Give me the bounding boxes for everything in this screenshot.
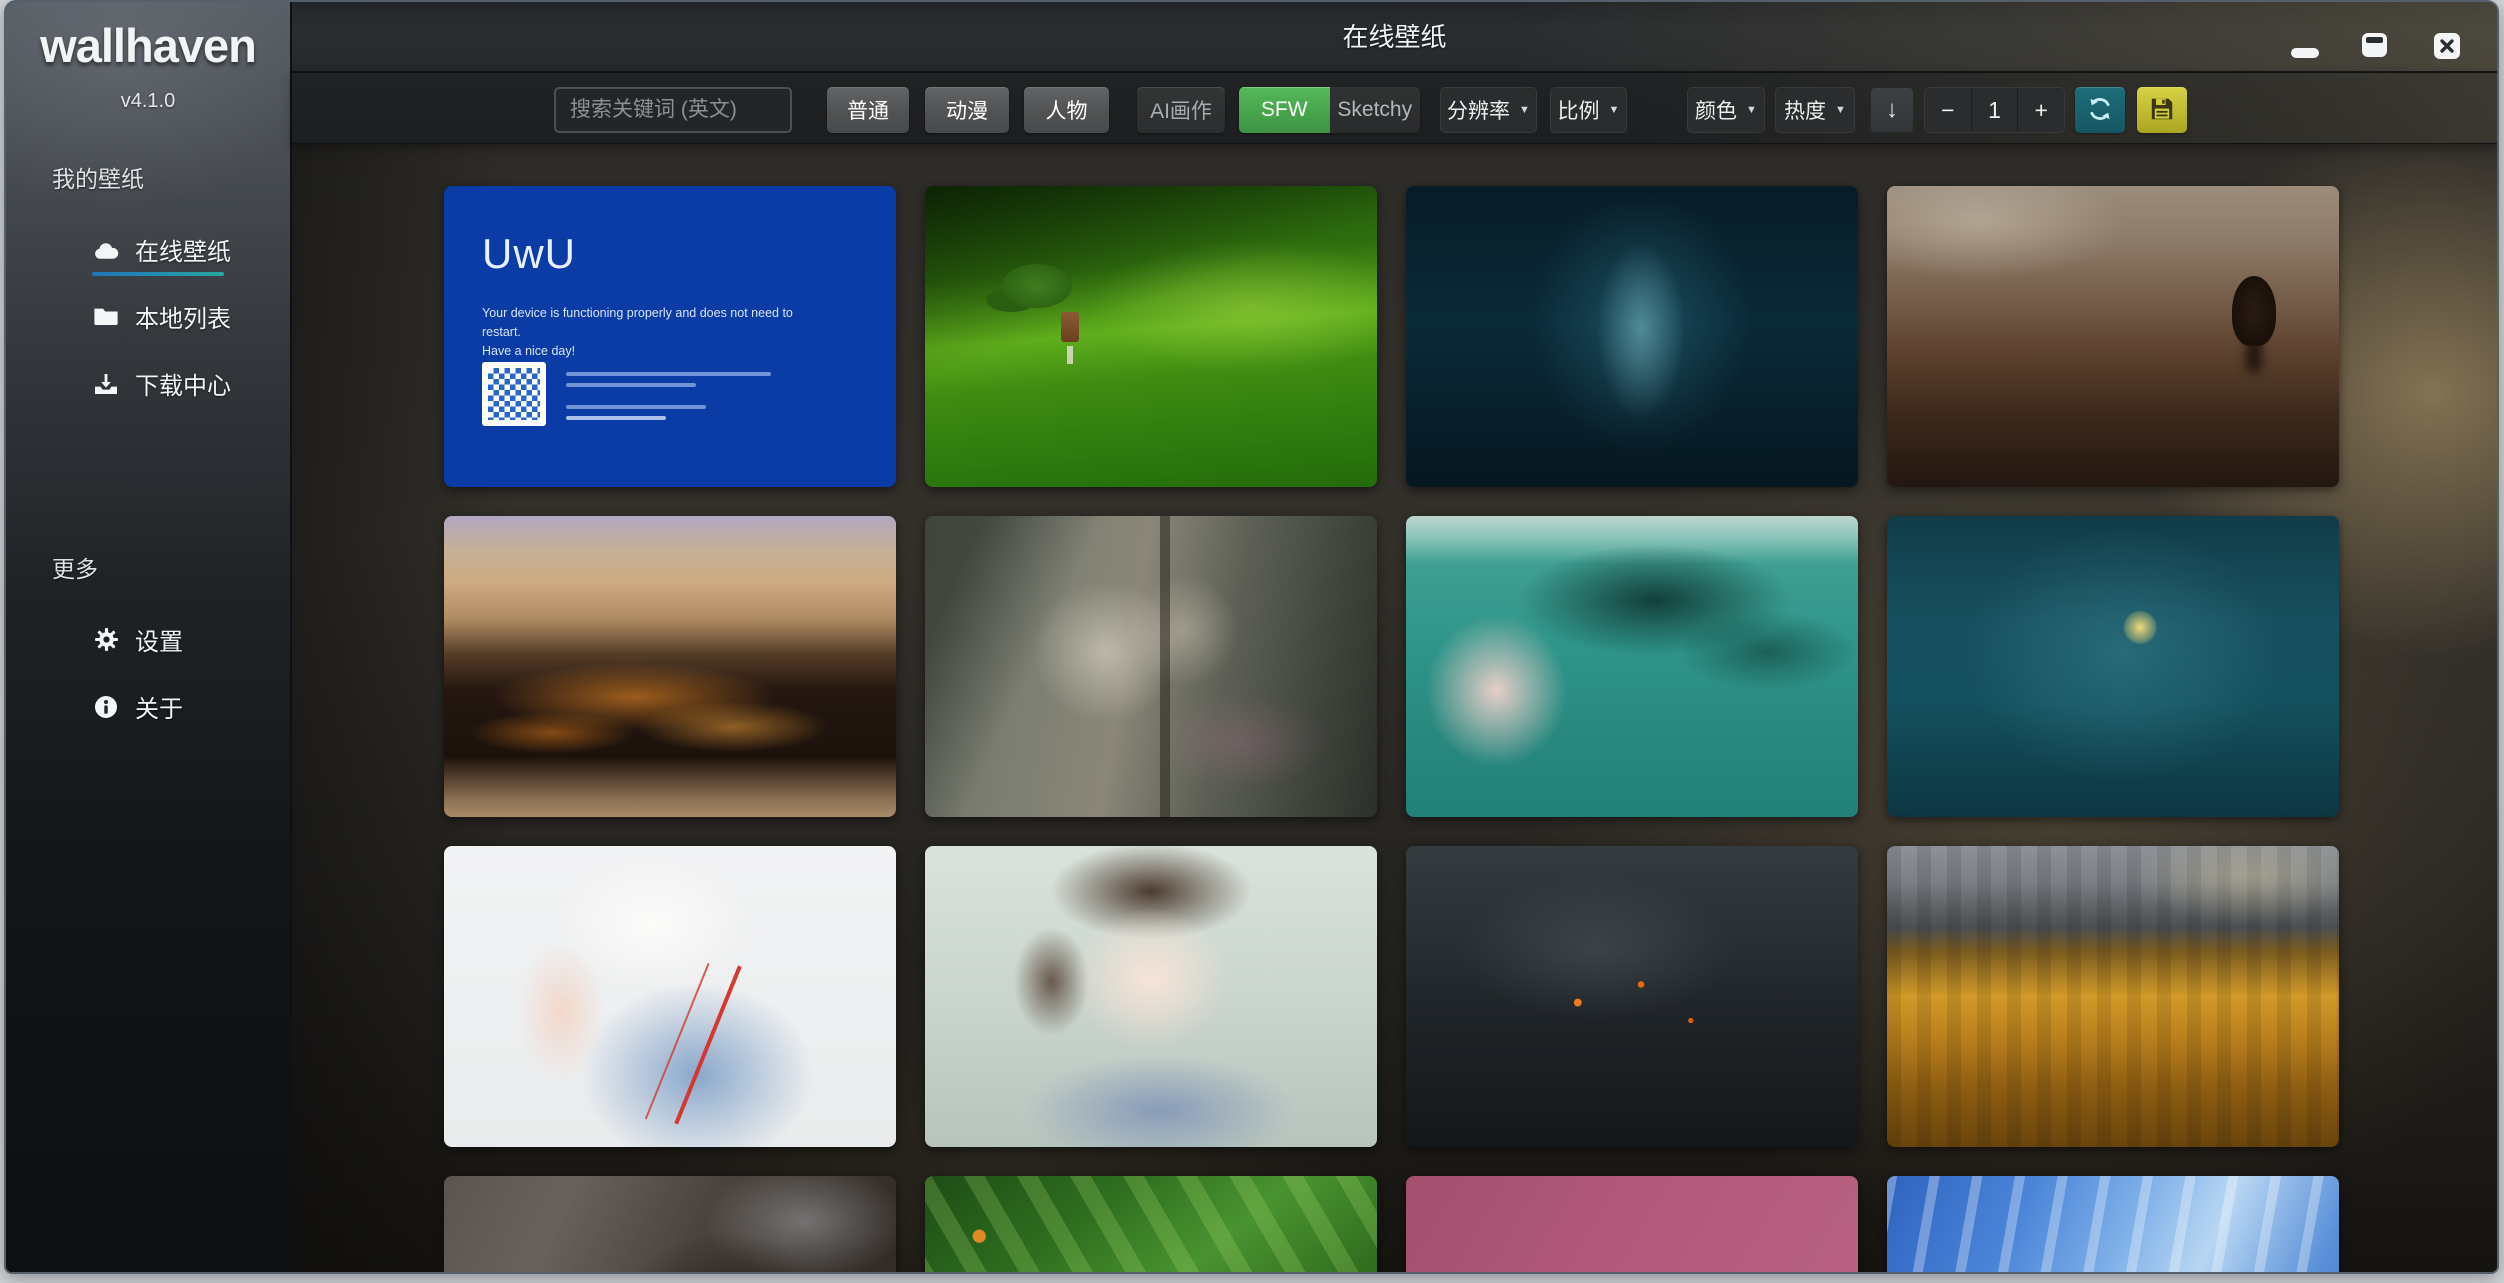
wallpaper-thumbnail-icy-blue[interactable] — [1887, 1176, 2339, 1272]
pagination: − 1 + — [1924, 87, 2065, 133]
wallpaper-thumbnail-ai-portrait[interactable] — [925, 846, 1377, 1147]
category-toggle-people[interactable]: 人物 — [1024, 87, 1109, 133]
purity-toggle-group: SFW Sketchy — [1239, 87, 1420, 133]
cloud-icon — [92, 240, 120, 260]
active-indicator — [92, 272, 224, 276]
sidebar: wallhaven v4.1.0 我的壁纸 在线壁纸 本地列表 下载中心 更多 — [6, 2, 292, 1272]
wallpaper-thumbnail-dusk-mountain[interactable] — [1887, 186, 2339, 487]
color-dropdown[interactable]: 颜色 ▼ — [1687, 87, 1765, 133]
caret-down-icon: ▼ — [1519, 105, 1530, 116]
wallpaper-thumbnail-autumn-forest[interactable] — [1887, 846, 2339, 1147]
sort-descending-icon: ↓ — [1886, 96, 1898, 124]
wallpaper-thumbnail-anime-street[interactable] — [925, 516, 1377, 817]
caret-down-icon: ▼ — [1835, 105, 1846, 116]
app-version: v4.1.0 — [6, 90, 290, 113]
sidebar-item-about[interactable]: 关于 — [92, 689, 183, 724]
sidebar-item-download-center[interactable]: 下载中心 — [92, 366, 231, 401]
save-icon — [2150, 97, 2174, 124]
wallpaper-grid: UwU Your device is functioning properly … — [444, 186, 2339, 1272]
sidebar-item-local-list[interactable]: 本地列表 — [92, 299, 231, 334]
category-toggle-general[interactable]: 普通 — [827, 87, 909, 133]
wallpaper-gallery: UwU Your device is functioning properly … — [292, 144, 2497, 1272]
main-panel: 在线壁纸 普通 动漫 人物 AI画作 SFW Sketchy 分辨率 ▼ 比 — [292, 2, 2497, 1272]
sort-direction-button[interactable]: ↓ — [1870, 87, 1914, 133]
info-icon — [92, 695, 120, 719]
refresh-icon — [2087, 96, 2113, 125]
search-input[interactable] — [554, 87, 792, 133]
close-icon[interactable] — [2434, 33, 2460, 59]
wallpaper-thumbnail-dark-hair-portrait[interactable] — [444, 1176, 896, 1272]
app-logo: wallhaven — [6, 18, 290, 73]
save-button[interactable] — [2137, 87, 2187, 133]
purity-toggle-sketchy[interactable]: Sketchy — [1330, 87, 1421, 133]
page-decrement-button[interactable]: − — [1925, 88, 1971, 132]
ratio-dropdown[interactable]: 比例 ▼ — [1550, 87, 1627, 133]
wallpaper-thumbnail-uwu-bsod[interactable]: UwU Your device is functioning properly … — [444, 186, 896, 487]
gear-icon — [92, 627, 120, 652]
sort-dropdown[interactable]: 热度 ▼ — [1775, 87, 1855, 133]
page-title: 在线壁纸 — [292, 2, 2497, 72]
wallpaper-thumbnail-underwater-girl[interactable] — [1406, 516, 1858, 817]
wallpaper-thumbnail-desert-oasis[interactable] — [444, 516, 896, 817]
app-window: wallhaven v4.1.0 我的壁纸 在线壁纸 本地列表 下载中心 更多 — [4, 0, 2499, 1274]
sidebar-item-settings[interactable]: 设置 — [92, 622, 183, 657]
bsod-fine-print — [566, 372, 771, 427]
toolbar: 普通 动漫 人物 AI画作 SFW Sketchy 分辨率 ▼ 比例 ▼ 颜色 … — [292, 72, 2497, 144]
wallpaper-thumbnail-white-bg-girl[interactable] — [444, 846, 896, 1147]
download-icon — [92, 373, 120, 395]
refresh-button[interactable] — [2075, 87, 2125, 133]
titlebar: 在线壁纸 — [292, 2, 2497, 72]
wallpaper-thumbnail-teal-abstract[interactable] — [1406, 186, 1858, 487]
wallpaper-thumbnail-plain-mauve[interactable] — [1406, 1176, 1858, 1272]
wallpaper-thumbnail-green-field[interactable] — [925, 186, 1377, 487]
maximize-icon[interactable] — [2362, 33, 2387, 57]
wallpaper-thumbnail-teal-lantern[interactable] — [1887, 516, 2339, 817]
minimize-icon[interactable] — [2291, 48, 2319, 58]
wallpaper-thumbnail-paragliders[interactable] — [1406, 846, 1858, 1147]
page-increment-button[interactable]: + — [2017, 88, 2064, 132]
wallpaper-thumbnail-foliage-white-hair[interactable] — [925, 1176, 1377, 1272]
folder-icon — [92, 307, 120, 326]
bsod-title: UwU — [482, 230, 576, 278]
resolution-dropdown[interactable]: 分辨率 ▼ — [1440, 87, 1537, 133]
sidebar-section-more: 更多 — [52, 550, 98, 584]
caret-down-icon: ▼ — [1746, 105, 1757, 116]
caret-down-icon: ▼ — [1609, 105, 1620, 116]
page-number: 1 — [1971, 88, 2018, 132]
category-toggle-anime[interactable]: 动漫 — [925, 87, 1009, 133]
sidebar-item-online-wallpapers[interactable]: 在线壁纸 — [92, 232, 231, 267]
purity-toggle-sfw[interactable]: SFW — [1239, 87, 1330, 133]
category-toggle-ai-art[interactable]: AI画作 — [1137, 87, 1225, 133]
sidebar-section-my-wallpapers: 我的壁纸 — [52, 160, 144, 194]
minus-icon: − — [1941, 97, 1954, 124]
bsod-message: Your device is functioning properly and … — [482, 304, 832, 360]
plus-icon: + — [2034, 97, 2047, 124]
qr-code — [482, 362, 546, 426]
